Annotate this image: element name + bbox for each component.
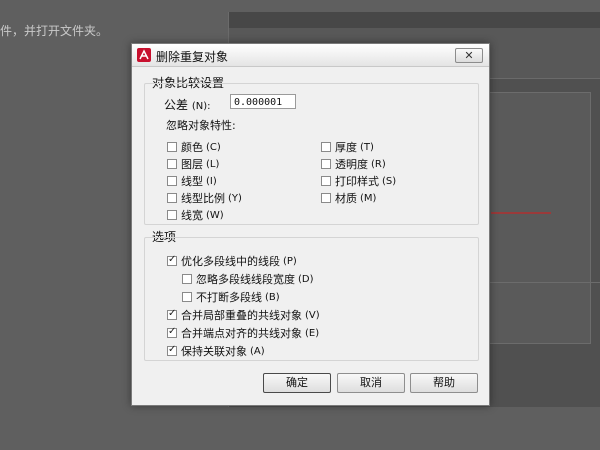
background-red-line [491, 212, 551, 214]
checkbox-label: 厚度 [335, 141, 357, 154]
checkbox-label: 颜色 [181, 141, 203, 154]
checkbox-label: 打印样式 [335, 175, 379, 188]
autocad-logo-icon [137, 48, 151, 62]
checkbox-unchecked-icon[interactable] [167, 210, 177, 220]
close-button[interactable]: ✕ [455, 48, 483, 63]
checkbox-label: 透明度 [335, 158, 368, 171]
checkbox-property-right-1[interactable]: 透明度 (R) [321, 156, 386, 172]
help-button[interactable]: 帮助 [410, 373, 478, 393]
checkbox-unchecked-icon[interactable] [321, 159, 331, 169]
checkbox-label: 材质 [335, 192, 357, 205]
checkbox-unchecked-icon[interactable] [167, 176, 177, 186]
checkbox-label: 合并端点对齐的共线对象 [181, 327, 302, 340]
checkbox-label: 优化多段线中的线段 [181, 255, 280, 268]
checkbox-shortcut: (A) [250, 345, 265, 357]
checkbox-property-left-3[interactable]: 线型比例 (Y) [167, 190, 242, 206]
checkbox-label: 线型 [181, 175, 203, 188]
checkbox-label: 保持关联对象 [181, 345, 247, 358]
checkbox-checked-icon[interactable] [167, 344, 177, 356]
background-caption: 件，并打开文件夹。 [0, 24, 109, 38]
checkbox-unchecked-icon[interactable] [321, 193, 331, 203]
checkbox-property-right-2[interactable]: 打印样式 (S) [321, 173, 396, 189]
checkbox-unchecked-icon[interactable] [167, 159, 177, 169]
checkbox-shortcut: (D) [298, 273, 314, 285]
dialog-title: 删除重复对象 [156, 50, 229, 64]
checkbox-label: 合并局部重叠的共线对象 [181, 309, 302, 322]
checkbox-checked-icon[interactable] [167, 326, 177, 338]
checkbox-unchecked-icon[interactable] [182, 274, 192, 284]
checkbox-shortcut: (L) [206, 158, 220, 170]
checkbox-property-right-3[interactable]: 材质 (M) [321, 190, 376, 206]
checkbox-property-left-4[interactable]: 线宽 (W) [167, 207, 224, 223]
checkbox-checked-icon[interactable] [167, 308, 177, 320]
checkbox-shortcut: (C) [206, 141, 221, 153]
checkbox-shortcut: (M) [360, 192, 377, 204]
checkbox-option-4[interactable]: 合并端点对齐的共线对象(E) [167, 325, 319, 341]
checkbox-label: 忽略多段线线段宽度 [196, 273, 295, 286]
checkbox-label: 图层 [181, 158, 203, 171]
checkbox-shortcut: (R) [371, 158, 386, 170]
background-toolbar [229, 12, 600, 29]
checkbox-shortcut: (P) [283, 255, 297, 267]
checkbox-shortcut: (I) [206, 175, 217, 187]
checkbox-shortcut: (B) [265, 291, 280, 303]
dialog-titlebar[interactable]: 删除重复对象 ✕ [132, 44, 489, 67]
overkill-dialog: 删除重复对象 ✕ 对象比较设置 公差 (N): 0.000001 忽略对象特性:… [131, 43, 490, 406]
checkbox-label: 线宽 [181, 209, 203, 222]
checkbox-option-2[interactable]: 不打断多段线 (B) [182, 289, 280, 305]
checkbox-unchecked-icon[interactable] [167, 142, 177, 152]
checkbox-shortcut: (W) [206, 209, 224, 221]
checkbox-shortcut: (E) [305, 327, 320, 339]
background-panel [489, 92, 591, 344]
checkbox-label: 线型比例 [181, 192, 225, 205]
tolerance-input[interactable]: 0.000001 [230, 94, 296, 109]
checkbox-unchecked-icon[interactable] [321, 176, 331, 186]
checkbox-shortcut: (Y) [228, 192, 242, 204]
checkbox-shortcut: (T) [360, 141, 374, 153]
checkbox-shortcut: (S) [382, 175, 397, 187]
cancel-button[interactable]: 取消 [337, 373, 405, 393]
checkbox-shortcut: (V) [305, 309, 320, 321]
checkbox-option-1[interactable]: 忽略多段线线段宽度 (D) [182, 271, 314, 287]
checkbox-option-5[interactable]: 保持关联对象(A) [167, 343, 265, 359]
checkbox-property-left-0[interactable]: 颜色 (C) [167, 139, 221, 155]
tolerance-label: 公差 (N): [164, 98, 211, 112]
checkbox-label: 不打断多段线 [196, 291, 262, 304]
checkbox-property-right-0[interactable]: 厚度 (T) [321, 139, 374, 155]
close-icon: ✕ [464, 49, 474, 62]
checkbox-unchecked-icon[interactable] [167, 193, 177, 203]
ok-button[interactable]: 确定 [263, 373, 331, 393]
checkbox-property-left-1[interactable]: 图层 (L) [167, 156, 219, 172]
checkbox-property-left-2[interactable]: 线型 (I) [167, 173, 217, 189]
checkbox-checked-icon[interactable] [167, 254, 177, 266]
ignore-properties-label: 忽略对象特性: [166, 119, 236, 132]
checkbox-option-0[interactable]: 优化多段线中的线段(P) [167, 253, 297, 269]
checkbox-option-3[interactable]: 合并局部重叠的共线对象(V) [167, 307, 320, 323]
checkbox-unchecked-icon[interactable] [182, 292, 192, 302]
checkbox-unchecked-icon[interactable] [321, 142, 331, 152]
